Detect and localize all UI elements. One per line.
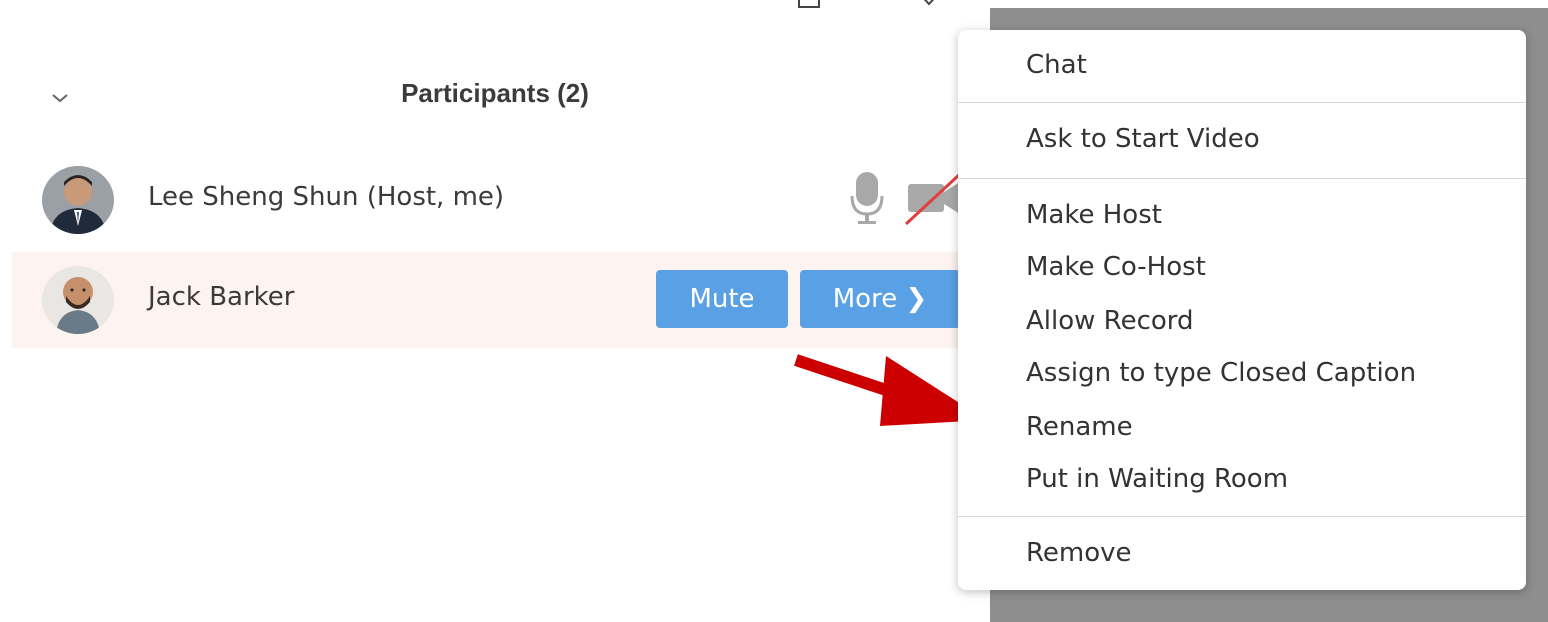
panel-title: Participants (2): [401, 78, 589, 108]
more-button[interactable]: More ❯: [800, 270, 960, 328]
menu-divider: [958, 102, 1526, 103]
participant-context-menu: Chat Ask to Start Video Make Host Make C…: [958, 30, 1526, 590]
participant-row[interactable]: Lee Sheng Shun (Host, me): [12, 152, 990, 248]
menu-item-ask-to-start-video[interactable]: Ask to Start Video: [1026, 124, 1260, 154]
menu-item-chat[interactable]: Chat: [1026, 50, 1087, 80]
menu-divider: [958, 178, 1526, 179]
mic-icon[interactable]: [848, 162, 888, 226]
mute-button[interactable]: Mute: [656, 270, 788, 328]
menu-item-remove[interactable]: Remove: [1026, 538, 1132, 568]
menu-divider: [958, 516, 1526, 517]
maximize-icon[interactable]: [798, 0, 820, 8]
participant-row[interactable]: Jack Barker Mute More ❯: [12, 252, 990, 348]
menu-item-make-co-host[interactable]: Make Co-Host: [1026, 252, 1206, 282]
participant-name: Lee Sheng Shun (Host, me): [148, 182, 505, 212]
participant-name: Jack Barker: [148, 282, 295, 312]
avatar: [42, 166, 114, 234]
menu-item-make-host[interactable]: Make Host: [1026, 200, 1162, 230]
participants-panel: Participants (2) Lee Sheng Shun (Host, m…: [0, 0, 990, 622]
video-off-icon[interactable]: [902, 164, 964, 228]
menu-item-allow-record[interactable]: Allow Record: [1026, 306, 1194, 336]
avatar: [42, 266, 114, 334]
menu-item-assign-closed-caption[interactable]: Assign to type Closed Caption: [1026, 358, 1416, 388]
menu-item-rename[interactable]: Rename: [1026, 412, 1133, 442]
close-icon[interactable]: [914, 0, 944, 14]
menu-item-put-in-waiting-room[interactable]: Put in Waiting Room: [1026, 464, 1288, 494]
